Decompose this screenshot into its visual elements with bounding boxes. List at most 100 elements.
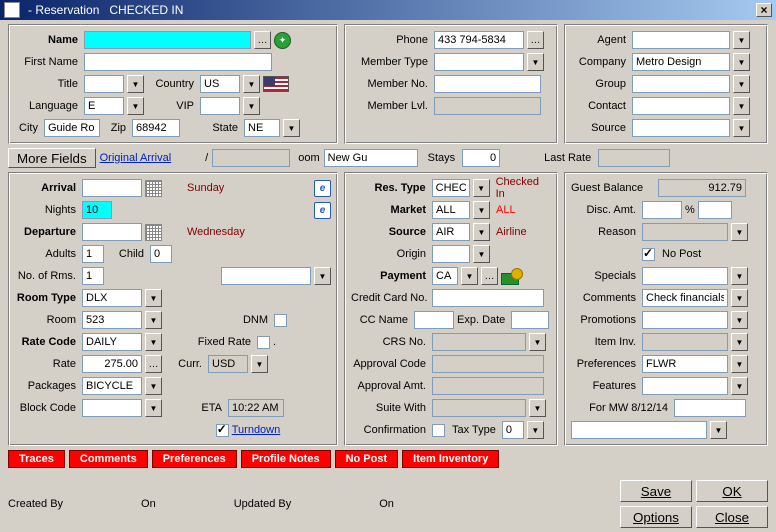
nights-input[interactable] [82, 201, 112, 219]
state-input[interactable] [244, 119, 280, 137]
payment-lookup-button[interactable] [481, 267, 498, 285]
tax-type-dropdown[interactable] [527, 421, 544, 439]
tab-profile-notes[interactable]: Profile Notes [241, 450, 331, 468]
departure-input[interactable] [82, 223, 142, 241]
money-icon[interactable] [501, 268, 523, 285]
promotions-input[interactable] [642, 311, 728, 329]
contact-dropdown[interactable] [733, 97, 750, 115]
tab-item-inventory[interactable]: Item Inventory [402, 450, 499, 468]
member-no-input[interactable] [434, 75, 541, 93]
window-close-button[interactable]: × [756, 3, 772, 17]
ok-button[interactable]: OK [696, 480, 768, 502]
group-dropdown[interactable] [733, 75, 750, 93]
name-lookup-button[interactable] [254, 31, 271, 49]
language-dropdown[interactable] [127, 97, 144, 115]
turndown-label[interactable]: Turndown [232, 424, 281, 436]
rate-lookup-button[interactable] [145, 355, 162, 373]
payment-input[interactable] [432, 267, 458, 285]
packages-input[interactable] [82, 377, 142, 395]
group-input[interactable] [632, 75, 730, 93]
ie-icon[interactable]: e [314, 180, 331, 197]
country-input[interactable] [200, 75, 240, 93]
tab-no-post[interactable]: No Post [335, 450, 399, 468]
calendar-icon-2[interactable] [145, 224, 162, 241]
pct-input[interactable] [698, 201, 732, 219]
vip-input[interactable] [200, 97, 240, 115]
calendar-icon[interactable] [145, 180, 162, 197]
child-input[interactable] [150, 245, 172, 263]
globe-icon[interactable]: ✦ [274, 32, 291, 49]
no-post-checkbox[interactable] [642, 248, 655, 261]
room-input[interactable] [82, 311, 142, 329]
market-dropdown[interactable] [473, 201, 490, 219]
features-dropdown[interactable] [731, 377, 748, 395]
company-dropdown[interactable] [733, 53, 750, 71]
origin-dropdown[interactable] [473, 245, 490, 263]
res-source-input[interactable] [432, 223, 470, 241]
rate-input[interactable] [82, 355, 142, 373]
rate-code-dropdown[interactable] [145, 333, 162, 351]
more-fields-button[interactable]: More Fields [8, 148, 96, 168]
title-dropdown[interactable] [127, 75, 144, 93]
preferences-dropdown[interactable] [731, 355, 748, 373]
vip-dropdown[interactable] [243, 97, 260, 115]
company-input[interactable] [632, 53, 730, 71]
no-rms-input[interactable] [82, 267, 104, 285]
confirmation-checkbox[interactable] [432, 424, 445, 437]
res-source-dropdown[interactable] [473, 223, 490, 241]
agent-input[interactable] [632, 31, 730, 49]
name-input[interactable] [84, 31, 251, 49]
extra-bottom-dropdown[interactable] [710, 421, 727, 439]
room-type-dropdown[interactable] [145, 289, 162, 307]
curr-dropdown[interactable] [251, 355, 268, 373]
phone-input[interactable] [434, 31, 524, 49]
agent-dropdown[interactable] [733, 31, 750, 49]
state-dropdown[interactable] [283, 119, 300, 137]
mid-room-input[interactable] [324, 149, 418, 167]
block-code-input[interactable] [82, 399, 142, 417]
language-input[interactable] [84, 97, 124, 115]
phone-lookup-button[interactable] [527, 31, 544, 49]
adults-input[interactable] [82, 245, 104, 263]
arrival-input[interactable] [82, 179, 142, 197]
cc-name-input[interactable] [414, 311, 454, 329]
assoc-source-dropdown[interactable] [733, 119, 750, 137]
city-input[interactable] [44, 119, 100, 137]
assoc-source-input[interactable] [632, 119, 730, 137]
first-name-input[interactable] [84, 53, 272, 71]
crs-no-dropdown[interactable] [529, 333, 546, 351]
block-code-dropdown[interactable] [145, 399, 162, 417]
disc-amt-input[interactable] [642, 201, 682, 219]
tab-comments[interactable]: Comments [69, 450, 148, 468]
origin-input[interactable] [432, 245, 470, 263]
dnm-checkbox[interactable] [274, 314, 287, 327]
features-input[interactable] [642, 377, 728, 395]
country-dropdown[interactable] [243, 75, 260, 93]
tab-traces[interactable]: Traces [8, 450, 65, 468]
zip-input[interactable] [132, 119, 180, 137]
cc-no-input[interactable] [432, 289, 544, 307]
packages-dropdown[interactable] [145, 377, 162, 395]
save-button[interactable]: Save [620, 480, 692, 502]
contact-input[interactable] [632, 97, 730, 115]
comments-input[interactable] [642, 289, 728, 307]
ie-icon-2[interactable]: e [314, 202, 331, 219]
for-mw-input[interactable] [674, 399, 746, 417]
promotions-dropdown[interactable] [731, 311, 748, 329]
preferences-input[interactable] [642, 355, 728, 373]
title-input[interactable] [84, 75, 124, 93]
suite-with-dropdown[interactable] [529, 399, 546, 417]
rms-extra-input[interactable] [221, 267, 311, 285]
member-type-input[interactable] [434, 53, 524, 71]
stays-input[interactable] [462, 149, 500, 167]
payment-dropdown[interactable] [461, 267, 478, 285]
turndown-checkbox[interactable] [216, 424, 229, 437]
res-type-dropdown[interactable] [473, 179, 490, 197]
original-arrival-link[interactable]: Original Arrival [100, 152, 172, 164]
room-type-input[interactable] [82, 289, 142, 307]
tab-preferences[interactable]: Preferences [152, 450, 237, 468]
reason-dropdown[interactable] [731, 223, 748, 241]
comments-dropdown[interactable] [731, 289, 748, 307]
rms-extra-dropdown[interactable] [314, 267, 331, 285]
item-inv-dropdown[interactable] [731, 333, 748, 351]
